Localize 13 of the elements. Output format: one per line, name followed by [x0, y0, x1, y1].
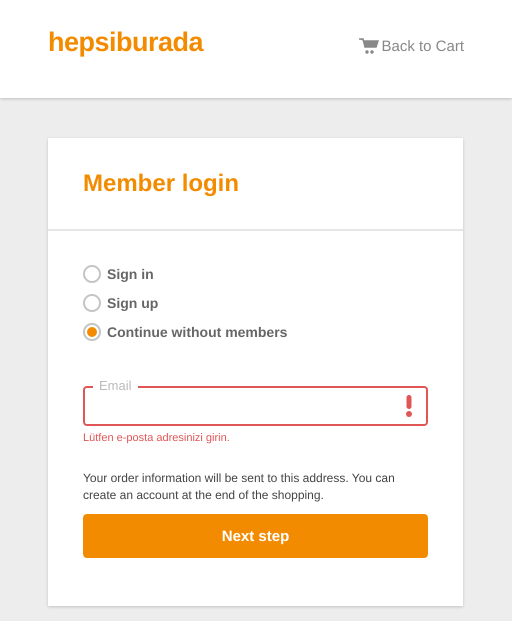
logo: hepsiburada: [48, 26, 204, 58]
radio-button[interactable]: [83, 265, 101, 283]
error-message: Lütfen e-posta adresinizi girin.: [83, 432, 231, 446]
radio-option[interactable]: Continue without members: [83, 323, 288, 341]
radio-button[interactable]: [83, 323, 101, 341]
warning-icon: [406, 395, 412, 417]
info-text: Your order information will be sent to this address. You can create an account at the end of the shopping.: [83, 470, 396, 504]
radio-option[interactable]: Sign in: [83, 265, 154, 283]
back-to-cart-link[interactable]: Back to Cart: [359, 36, 464, 56]
card-title: Member login: [48, 138, 463, 231]
radio-button[interactable]: [83, 294, 101, 312]
cart-icon: [359, 36, 380, 56]
radio-option[interactable]: Sign up: [83, 294, 158, 312]
